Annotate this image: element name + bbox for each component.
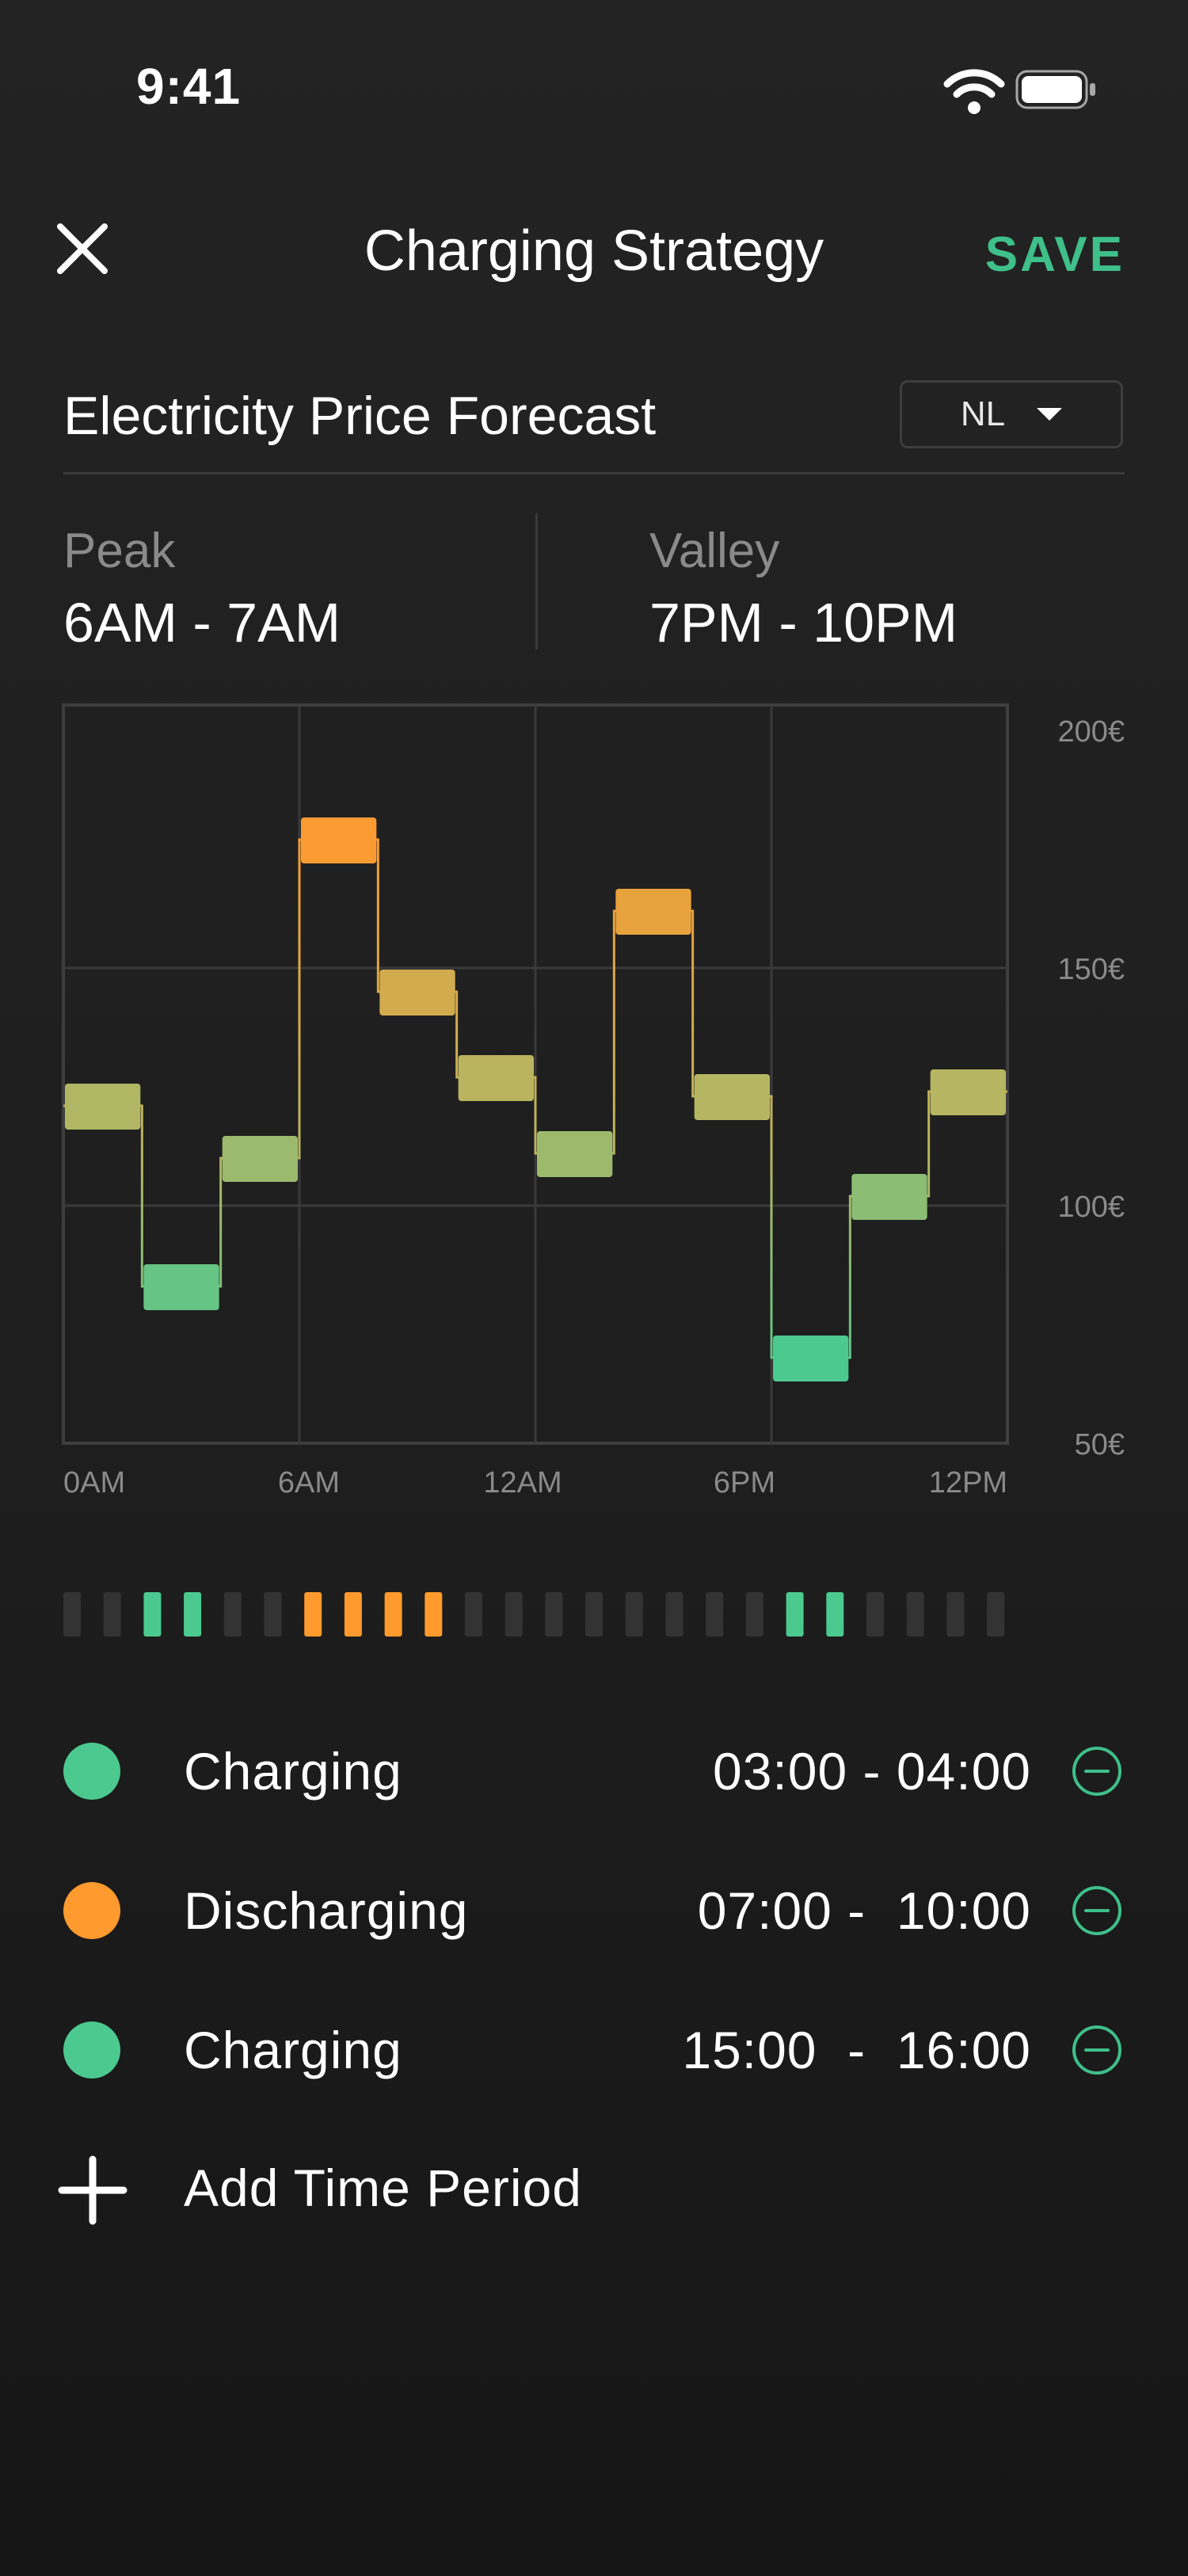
price-bar bbox=[930, 1069, 1006, 1115]
discharging-dot bbox=[63, 1882, 120, 1939]
remove-period-icon[interactable] bbox=[1071, 2024, 1123, 2076]
schedule-slot-off bbox=[987, 1592, 1005, 1637]
y-tick-label: 200€ bbox=[1057, 715, 1125, 749]
price-bar bbox=[773, 1336, 849, 1381]
schedule-strip bbox=[63, 1592, 1005, 1637]
schedule-slot-off bbox=[745, 1592, 763, 1637]
price-bar bbox=[537, 1131, 613, 1177]
price-bar bbox=[222, 1136, 298, 1182]
x-tick-label: 0AM bbox=[63, 1466, 125, 1499]
schedule-slot-charge bbox=[143, 1592, 162, 1637]
schedule-slot-off bbox=[264, 1592, 282, 1637]
forecast-title: Electricity Price Forecast bbox=[63, 386, 657, 446]
period-label: Charging bbox=[184, 1742, 402, 1801]
period-time-range[interactable]: 07:00 - 10:00 bbox=[698, 1881, 1031, 1941]
peak-label: Peak bbox=[63, 524, 176, 578]
y-tick-label: 150€ bbox=[1057, 953, 1125, 986]
remove-period-icon[interactable] bbox=[1071, 1884, 1123, 1937]
price-bar bbox=[694, 1074, 770, 1120]
schedule-slot-off bbox=[866, 1592, 884, 1637]
divider bbox=[63, 472, 1125, 474]
price-bar bbox=[851, 1174, 927, 1220]
region-value: NL bbox=[960, 394, 1006, 433]
x-tick-label: 12AM bbox=[483, 1466, 562, 1499]
schedule-slot-off bbox=[545, 1592, 563, 1637]
schedule-slot-charge bbox=[184, 1592, 202, 1637]
x-tick-label: 6PM bbox=[714, 1466, 775, 1499]
schedule-slot-off bbox=[625, 1592, 643, 1637]
schedule-slot-off bbox=[465, 1592, 482, 1637]
peak-valley-divider bbox=[535, 513, 538, 650]
price-bar bbox=[615, 889, 691, 935]
y-tick-label: 50€ bbox=[1075, 1428, 1125, 1461]
schedule-slot-off bbox=[906, 1592, 924, 1637]
schedule-slot-charge bbox=[786, 1592, 804, 1637]
wifi-icon bbox=[943, 69, 1005, 114]
x-tick-label: 6AM bbox=[278, 1466, 340, 1499]
schedule-slot-discharge bbox=[344, 1592, 362, 1637]
peak-value: 6AM - 7AM bbox=[63, 592, 341, 654]
price-bar bbox=[143, 1264, 219, 1310]
price-chart: 200€ 150€ 100€ 50€ 0AM 6AM 12AM 6PM 12PM bbox=[62, 703, 1125, 1499]
valley-value: 7PM - 10PM bbox=[649, 592, 958, 654]
region-select[interactable]: NL bbox=[900, 380, 1123, 448]
schedule-slot-off bbox=[946, 1592, 965, 1637]
schedule-slot-discharge bbox=[304, 1592, 322, 1637]
charging-dot bbox=[63, 2022, 120, 2079]
remove-period-icon[interactable] bbox=[1071, 1745, 1123, 1797]
schedule-slot-discharge bbox=[425, 1592, 443, 1637]
add-time-period-button[interactable]: Add Time Period bbox=[184, 2158, 582, 2218]
price-bar bbox=[379, 970, 455, 1016]
save-button[interactable]: SAVE bbox=[985, 227, 1125, 283]
charging-dot bbox=[63, 1743, 120, 1800]
price-bar bbox=[65, 1084, 141, 1130]
period-label: Charging bbox=[184, 2021, 402, 2079]
plus-icon[interactable] bbox=[57, 2155, 128, 2226]
period-label: Discharging bbox=[184, 1881, 469, 1940]
period-time-range[interactable]: 15:00 - 16:00 bbox=[682, 2020, 1031, 2080]
y-tick-label: 100€ bbox=[1057, 1191, 1125, 1224]
caret-down-icon bbox=[1037, 408, 1063, 421]
schedule-slot-off bbox=[103, 1592, 121, 1637]
schedule-slot-off bbox=[585, 1592, 604, 1637]
schedule-slot-off bbox=[505, 1592, 523, 1637]
schedule-slot-off bbox=[706, 1592, 724, 1637]
period-time-range[interactable]: 03:00 - 04:00 bbox=[713, 1741, 1031, 1801]
schedule-slot-off bbox=[665, 1592, 683, 1637]
price-bar bbox=[301, 817, 377, 863]
x-tick-label: 12PM bbox=[929, 1466, 1007, 1499]
schedule-slot-off bbox=[63, 1592, 81, 1637]
valley-label: Valley bbox=[649, 524, 780, 578]
battery-icon bbox=[1015, 70, 1095, 109]
schedule-slot-off bbox=[223, 1592, 242, 1637]
status-time: 9:41 bbox=[136, 58, 242, 115]
schedule-slot-charge bbox=[826, 1592, 844, 1637]
price-bar bbox=[458, 1055, 534, 1101]
schedule-slot-discharge bbox=[384, 1592, 402, 1637]
